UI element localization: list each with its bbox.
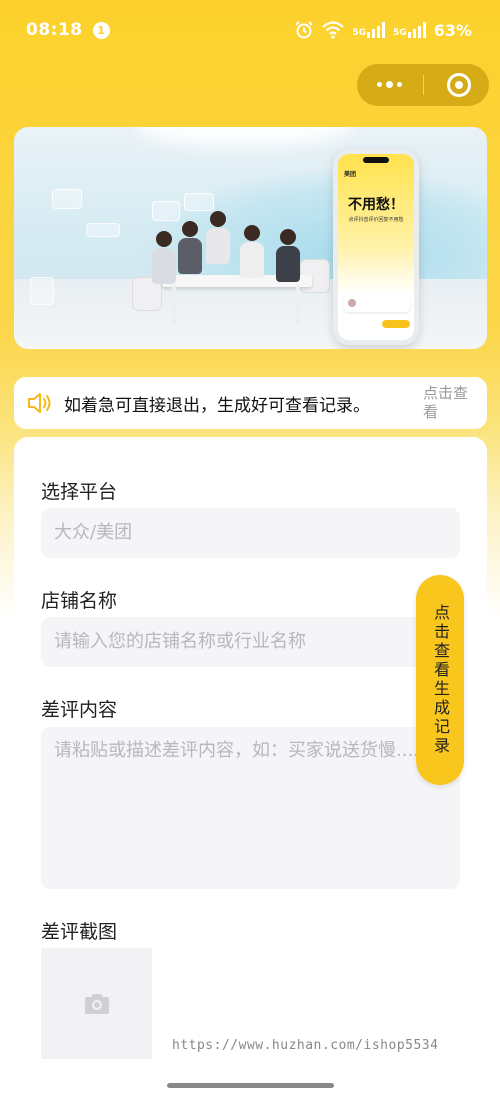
person-figure	[178, 221, 202, 274]
target-icon[interactable]	[447, 73, 471, 97]
phone-app-name: 美团	[344, 171, 357, 178]
watermark-text: https://www.huzhan.com/ishop5534	[172, 1038, 439, 1053]
shop-name-input[interactable]: 请输入您的店铺名称或行业名称	[41, 617, 460, 667]
alarm-icon	[295, 21, 314, 39]
person-figure	[276, 229, 300, 282]
table-leg	[296, 285, 300, 325]
shop-name-label: 店铺名称	[41, 590, 118, 612]
banner-glow	[134, 127, 354, 147]
hologram-panel	[52, 189, 82, 209]
signal-icon	[407, 22, 426, 38]
status-bar: 08:18 1 5G 5G 63%	[0, 0, 500, 60]
table-leg	[172, 285, 176, 325]
banner-image[interactable]: 美团 不用愁！ 点评抖音评价回复不用愁	[14, 127, 487, 349]
review-screenshot-label: 差评截图	[41, 921, 118, 943]
phone-notch	[363, 157, 389, 163]
side-button-label: 点击查看生成记录	[431, 604, 450, 756]
status-time: 08:18	[26, 20, 83, 40]
battery-level: 63%	[433, 20, 472, 40]
capsule-divider	[423, 75, 424, 95]
person-figure	[206, 211, 230, 264]
speaker-icon	[28, 393, 51, 413]
phone-subtext: 点评抖音评价回复不用愁	[348, 217, 404, 223]
screenshot-upload-button[interactable]	[41, 948, 152, 1059]
view-records-side-button[interactable]: 点击查看生成记录	[416, 575, 464, 785]
review-content-textarea[interactable]: 请粘贴或描述差评内容，如：买家说送货慢......	[41, 727, 460, 889]
notification-badge: 1	[92, 21, 110, 39]
signal-5g-label: 5G	[352, 28, 367, 38]
hologram-panel	[30, 277, 54, 305]
platform-select[interactable]: 大众/美团	[41, 508, 460, 558]
review-content-label: 差评内容	[41, 699, 118, 721]
camera-icon	[84, 993, 109, 1014]
view-records-link[interactable]: 点击查看	[423, 384, 475, 422]
phone-headline: 不用愁！	[348, 197, 404, 213]
capsule-menu	[357, 64, 489, 106]
notice-bar: 如着急可直接退出，生成好可查看记录。 点击查看	[14, 377, 487, 429]
phone-button	[382, 320, 410, 328]
signal-icon	[367, 22, 386, 38]
wifi-icon	[322, 21, 345, 39]
person-figure	[152, 231, 176, 284]
person-figure	[240, 225, 264, 278]
phone-avatar	[348, 299, 356, 307]
more-dots-icon[interactable]	[377, 81, 402, 88]
hologram-panel	[86, 223, 120, 237]
hologram-panel	[152, 201, 180, 221]
signal-5g-label: 5G	[393, 28, 407, 38]
platform-label: 选择平台	[41, 481, 118, 503]
home-indicator[interactable]	[167, 1083, 334, 1088]
phone-mockup: 美团 不用愁！ 点评抖音评价回复不用愁	[333, 149, 419, 345]
notice-text: 如着急可直接退出，生成好可查看记录。	[64, 395, 370, 416]
hologram-panel	[184, 193, 214, 211]
